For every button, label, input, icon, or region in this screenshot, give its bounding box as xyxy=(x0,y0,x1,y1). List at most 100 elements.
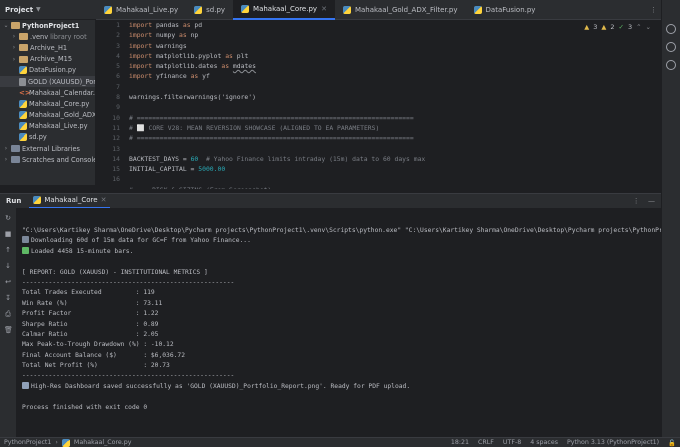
notifications-icon[interactable] xyxy=(666,24,676,34)
console-line: Win Rate (%) : 73.11 xyxy=(22,299,661,309)
code-area[interactable]: import pandas as pd import numpy as np imp… xyxy=(129,20,661,189)
code-line[interactable]: # --- RISK & SIZING (From Screenshot) --… xyxy=(129,185,661,189)
code-line[interactable]: # ======================================… xyxy=(129,133,661,143)
console-line: "C:\Users\Kartikey Sharma\OneDrive\Deskt… xyxy=(22,226,661,236)
console-text: ----------------------------------------… xyxy=(22,278,235,286)
line-separator[interactable]: CRLF xyxy=(478,439,494,447)
tree-item[interactable]: Mahakaal_Live.py xyxy=(0,121,95,132)
stop-icon[interactable]: ■ xyxy=(4,230,12,238)
console-text: Win Rate (%) : 73.11 xyxy=(22,299,163,307)
line-number: 6 xyxy=(116,72,120,81)
weak-warning-count: 2 xyxy=(610,23,615,31)
tree-item[interactable]: Mahakaal_Gold_ADX_ xyxy=(0,110,95,121)
code-line[interactable] xyxy=(129,144,661,154)
code-line[interactable] xyxy=(129,174,661,184)
image-file-icon xyxy=(19,77,26,86)
more-tabs-icon[interactable]: ⋮ xyxy=(650,6,657,14)
project-panel-header[interactable]: Project ▼ xyxy=(0,0,96,20)
code-line[interactable]: # ======================================… xyxy=(129,113,661,123)
close-icon[interactable]: ✕ xyxy=(321,5,327,13)
line-number: 10 xyxy=(112,113,120,122)
tree-item[interactable]: DataFusion.py xyxy=(0,65,95,76)
code-line[interactable]: warnings.filterwarnings('ignore') xyxy=(129,92,661,102)
code-editor[interactable]: 1 2 3 4 5 6 7 8 9 10 11 12 13 14 15 16 import pandas as… xyxy=(97,20,661,189)
code-token: as xyxy=(182,21,191,29)
code-line[interactable] xyxy=(129,82,661,92)
line-number: 14 xyxy=(112,154,120,163)
caret-position[interactable]: 18:21 xyxy=(451,439,469,447)
editor-tab[interactable]: Mahakaal_Live.py xyxy=(96,0,186,20)
print-icon[interactable]: ⎙ xyxy=(4,310,12,318)
chevron-down-icon[interactable]: ⌄ xyxy=(3,22,9,29)
code-token: import xyxy=(129,21,153,29)
warning-count: 3 xyxy=(593,23,598,31)
console-line: Total Net Profit (%) : 20.73 xyxy=(22,361,661,371)
code-line[interactable]: import yfinance as yf xyxy=(129,71,661,81)
python-file-icon xyxy=(19,133,27,142)
close-icon[interactable]: ✕ xyxy=(101,196,107,204)
lock-icon[interactable]: 🔓 xyxy=(668,439,676,447)
chevron-right-icon[interactable]: › xyxy=(11,56,17,63)
file-encoding[interactable]: UTF-8 xyxy=(503,439,521,447)
minimize-icon[interactable]: — xyxy=(648,197,655,205)
code-line[interactable]: import warnings xyxy=(129,41,661,51)
code-line[interactable] xyxy=(129,102,661,112)
indent-setting[interactable]: 4 spaces xyxy=(530,439,558,447)
editor-tab[interactable]: Mahakaal_Gold_ADX_Filter.py xyxy=(335,0,466,20)
tree-item[interactable]: › External Libraries xyxy=(0,143,95,154)
tree-item[interactable]: › .venv library root xyxy=(0,31,95,42)
code-token: # --- RISK & SIZING (From Screenshot) --… xyxy=(129,186,287,189)
code-line[interactable]: import matplotlib.dates as mdates xyxy=(129,61,661,71)
tree-item[interactable]: ⌄ PythonProject1 xyxy=(0,20,95,31)
project-tree: ⌄ PythonProject1 › .venv library root › Archi… xyxy=(0,20,96,185)
code-line[interactable]: # ⬜ CORE V28: MEAN REVERSION SHOWCASE (A… xyxy=(129,123,661,133)
python-interpreter[interactable]: Python 3.13 (PythonProject1) xyxy=(567,439,659,447)
tree-item[interactable]: › Archive_H1 xyxy=(0,42,95,53)
console-line: Profit Factor : 1.22 xyxy=(22,309,661,319)
ai-assistant-icon[interactable] xyxy=(666,42,676,52)
scroll-to-end-icon[interactable]: ↧ xyxy=(4,294,12,302)
console-line: Total Trades Executed : 119 xyxy=(22,288,661,298)
code-token: pandas xyxy=(152,21,183,29)
chevron-right-icon[interactable]: › xyxy=(11,44,17,51)
editor-tab[interactable]: DataFusion.py xyxy=(466,0,544,20)
inspection-widget[interactable]: ▲ 3 ▲ 2 ✓ 3 ⌃ ⌄ xyxy=(584,23,651,31)
run-config-tab[interactable]: Mahakaal_Core ✕ xyxy=(29,194,111,209)
tree-item[interactable]: Mahakaal_Core.py xyxy=(0,98,95,109)
chevron-right-icon[interactable]: › xyxy=(11,33,17,40)
code-line[interactable]: INITIAL_CAPITAL = 5000.00 xyxy=(129,164,661,174)
arrow-down-icon[interactable]: ↓ xyxy=(4,262,12,270)
chevron-down-icon[interactable]: ⌄ xyxy=(646,23,651,31)
project-panel-title[interactable]: Project xyxy=(5,6,33,14)
chevron-down-icon[interactable]: ▼ xyxy=(36,6,41,13)
code-line[interactable]: import matplotlib.pyplot as plt xyxy=(129,51,661,61)
run-console-output[interactable]: "C:\Users\Kartikey Sharma\OneDrive\Deskt… xyxy=(16,208,661,437)
folder-icon xyxy=(19,55,28,63)
code-line[interactable]: BACKTEST_DAYS = 60 # Yahoo Finance limit… xyxy=(129,154,661,164)
code-token: INITIAL_CAPITAL = xyxy=(129,165,199,174)
tree-item[interactable]: › Scratches and Consoles xyxy=(0,154,95,165)
database-icon[interactable] xyxy=(666,60,676,70)
chevron-right-icon[interactable]: › xyxy=(3,145,9,152)
soft-wrap-icon[interactable]: ↩ xyxy=(4,278,12,286)
rerun-icon[interactable]: ↻ xyxy=(4,214,12,222)
arrow-up-icon[interactable]: ↑ xyxy=(4,246,12,254)
chevron-right-icon[interactable]: › xyxy=(3,156,9,163)
tree-item-label: Scratches and Consoles xyxy=(22,155,95,164)
code-token: import xyxy=(129,41,153,50)
breadcrumb-file[interactable]: Mahakaal_Core.py xyxy=(74,439,132,446)
code-line[interactable]: import numpy as np xyxy=(129,30,661,40)
trash-icon[interactable]: 🗑 xyxy=(4,326,13,334)
tree-item[interactable]: <> Mahakaal_Calendar.h xyxy=(0,87,95,98)
chevron-up-icon[interactable]: ⌃ xyxy=(636,23,641,31)
more-options-icon[interactable]: ⋮ xyxy=(633,197,640,205)
console-text: [ REPORT: GOLD (XAUUSD) - INSTITUTIONAL … xyxy=(22,268,208,276)
tree-item[interactable]: GOLD (XAUUSD)_Port xyxy=(0,75,95,88)
tree-item[interactable]: › Archive_M15 xyxy=(0,54,95,65)
breadcrumb-project[interactable]: PythonProject1 xyxy=(4,439,51,446)
console-text: Calmar Ratio : 2.05 xyxy=(22,330,159,338)
editor-tab[interactable]: Mahakaal_Core.py ✕ xyxy=(233,0,335,20)
editor-tab[interactable]: sd.py xyxy=(186,0,233,20)
tree-item[interactable]: sd.py xyxy=(0,132,95,143)
code-line[interactable]: import pandas as pd xyxy=(129,20,661,30)
